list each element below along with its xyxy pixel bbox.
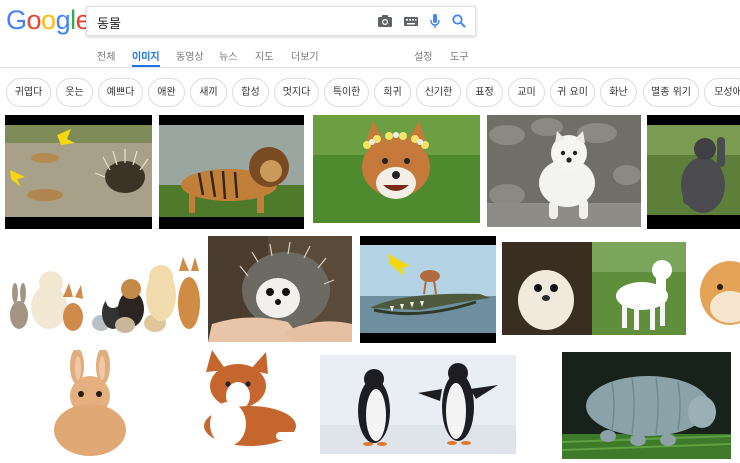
tab-maps[interactable]: 지도 [255, 48, 273, 68]
tab-images[interactable]: 이미지 [132, 48, 160, 68]
header: Google 전체 이미지 동영상 뉴스 지도 더보 [0, 0, 740, 68]
chip[interactable]: 애완 [148, 78, 185, 107]
tab-tools[interactable]: 도구 [450, 48, 468, 68]
google-logo[interactable]: Google [6, 5, 91, 36]
tab-all[interactable]: 전체 [97, 48, 115, 68]
logo-letter: G [6, 5, 27, 35]
mic-icon[interactable] [427, 13, 443, 29]
search-box [86, 6, 476, 36]
chip[interactable]: 신기한 [416, 78, 461, 107]
image-result-hamster[interactable] [694, 243, 740, 337]
chip[interactable]: 귀 요미 [550, 78, 595, 107]
chip[interactable]: 모성애 [704, 78, 740, 107]
search-icon[interactable] [451, 13, 467, 29]
image-result-hedgehog-in-hands[interactable] [208, 236, 352, 342]
image-result-porcupine-and-lions[interactable] [5, 115, 152, 229]
image-result-penguins[interactable] [320, 355, 516, 454]
logo-letter: g [55, 5, 71, 35]
image-result-tardigrade[interactable] [562, 352, 731, 459]
chip[interactable]: 귀엽다 [6, 78, 51, 107]
chip[interactable]: 교미 [508, 78, 545, 107]
image-result-seal-and-alpaca[interactable] [502, 242, 686, 335]
tab-settings[interactable]: 설정 [414, 48, 432, 68]
image-result-corgi-puppy[interactable] [180, 350, 310, 458]
image-result-white-puppy[interactable] [487, 115, 641, 227]
image-result-lion-tiger[interactable] [159, 115, 304, 229]
tab-news[interactable]: 뉴스 [219, 48, 237, 68]
search-tabs: 전체 이미지 동영상 뉴스 지도 더보기 설정 도구 [0, 42, 740, 68]
keyboard-icon[interactable] [403, 13, 419, 29]
logo-letter: o [26, 5, 42, 35]
chip[interactable]: 합성 [232, 78, 269, 107]
chip[interactable]: 희귀 [374, 78, 411, 107]
image-result-corgi-flower-crown[interactable] [313, 115, 480, 223]
related-chips-bar: 귀엽다 웃는 예쁘다 애완 새끼 합성 멋지다 특이한 희귀 신기한 표정 교미… [0, 76, 740, 110]
chip[interactable]: 표정 [466, 78, 503, 107]
image-result-bird-on-crocodile[interactable] [360, 236, 496, 343]
chip[interactable]: 화난 [600, 78, 637, 107]
camera-icon[interactable] [377, 13, 393, 29]
logo-letter: o [41, 5, 56, 35]
chip[interactable]: 멸종 위기 [643, 78, 699, 107]
image-result-rabbit[interactable] [35, 350, 140, 458]
chip[interactable]: 예쁘다 [98, 78, 143, 107]
chip[interactable]: 새끼 [190, 78, 227, 107]
tab-more[interactable]: 더보기 [291, 48, 319, 68]
chip[interactable]: 특이한 [324, 78, 369, 107]
chip[interactable]: 웃는 [56, 78, 93, 107]
tabs-divider [0, 67, 740, 68]
search-input[interactable] [95, 11, 369, 33]
tab-videos[interactable]: 동영상 [176, 48, 204, 68]
image-result-pets-group[interactable] [5, 243, 201, 338]
chip[interactable]: 멋지다 [274, 78, 319, 107]
image-result-gorilla[interactable] [647, 115, 740, 229]
